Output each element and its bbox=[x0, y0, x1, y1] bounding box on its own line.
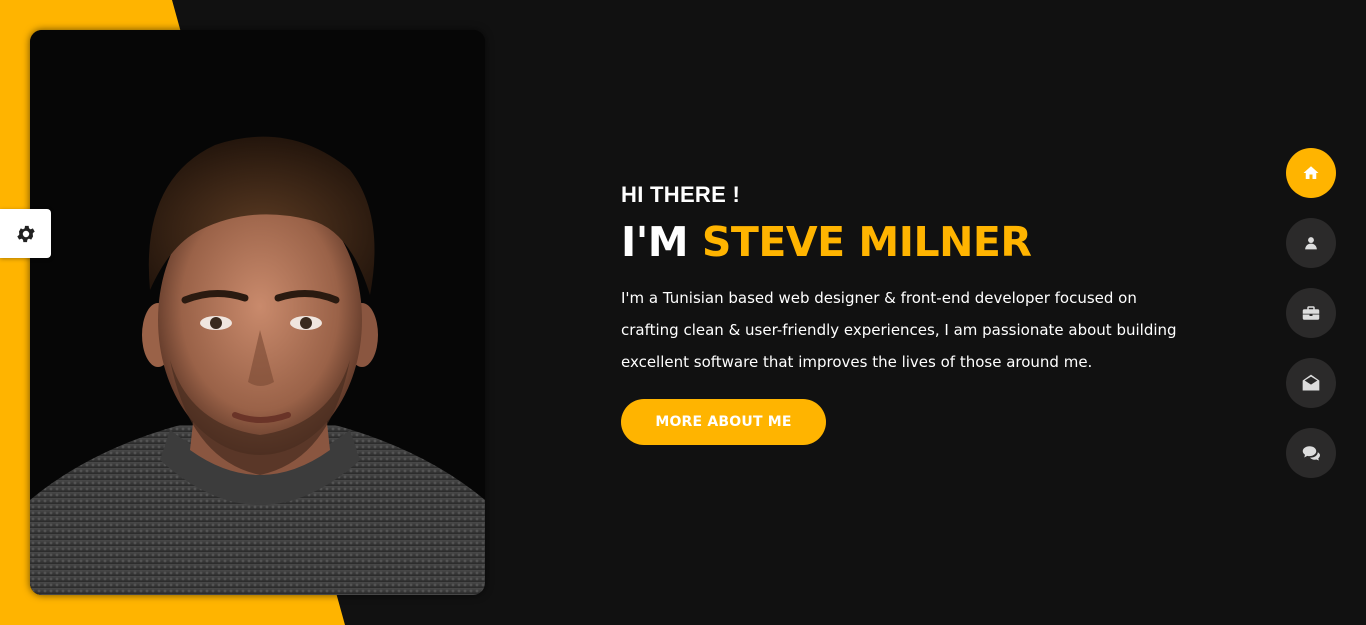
briefcase-icon bbox=[1302, 306, 1320, 320]
comments-icon bbox=[1302, 446, 1320, 461]
nav-item-portfolio[interactable] bbox=[1286, 288, 1336, 338]
bio-text: I'm a Tunisian based web designer & fron… bbox=[621, 289, 1177, 371]
envelope-open-icon bbox=[1302, 374, 1320, 391]
hero-headline: I'M STEVE MILNER bbox=[621, 216, 1221, 268]
nav-item-contact[interactable] bbox=[1286, 358, 1336, 408]
home-page: HI THERE ! I'M STEVE MILNER I'm a Tunisi… bbox=[0, 0, 1366, 625]
headline-name: STEVE MILNER bbox=[701, 218, 1032, 266]
user-icon bbox=[1305, 237, 1317, 250]
hero-section: HI THERE ! I'M STEVE MILNER I'm a Tunisi… bbox=[621, 178, 1221, 378]
more-about-me-button[interactable]: MORE ABOUT ME bbox=[621, 399, 826, 445]
settings-button[interactable] bbox=[0, 209, 51, 258]
nav-item-home[interactable] bbox=[1286, 148, 1336, 198]
portrait-image bbox=[30, 30, 485, 595]
nav-item-about[interactable] bbox=[1286, 218, 1336, 268]
nav-item-blog[interactable] bbox=[1286, 428, 1336, 478]
side-navigation bbox=[1286, 148, 1336, 498]
gear-icon bbox=[16, 225, 35, 242]
headline-prefix: I'M bbox=[621, 218, 689, 266]
greeting-text: HI THERE ! bbox=[621, 182, 741, 207]
home-icon bbox=[1303, 166, 1319, 179]
